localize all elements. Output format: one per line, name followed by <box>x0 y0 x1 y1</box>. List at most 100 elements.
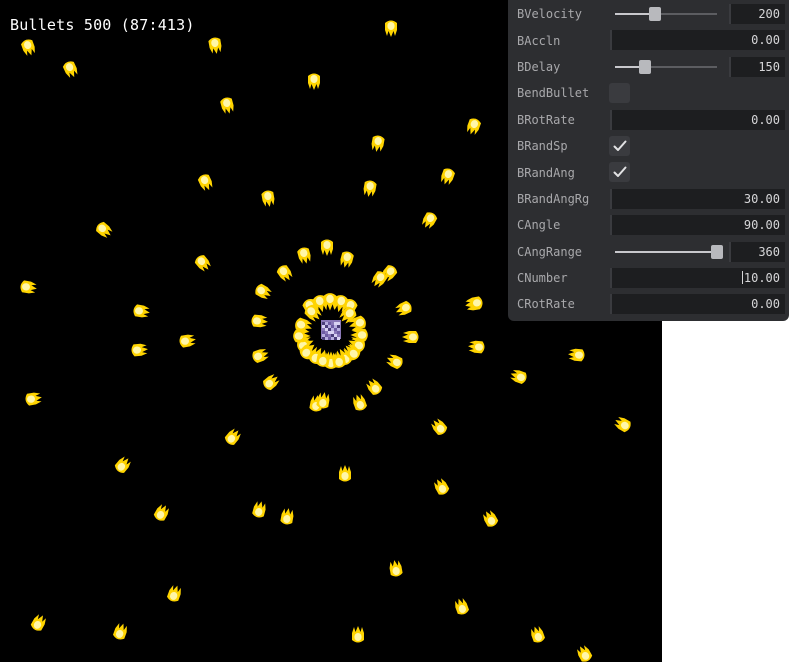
flame-bullet-icon <box>428 416 449 437</box>
param-label: CAngRange <box>517 244 583 259</box>
param-label: BRandAng <box>517 165 575 180</box>
flame-bullet-icon <box>508 367 529 385</box>
flame-bullet-icon <box>296 246 313 266</box>
param-row-crotrate: CRotRate 0.00 <box>508 291 789 317</box>
param-value-input[interactable]: 10.00 <box>610 267 785 288</box>
flame-bullet-icon <box>362 179 378 198</box>
flame-bullet-icon <box>370 134 386 153</box>
flame-bullet-icon <box>363 376 384 397</box>
flame-bullet-icon <box>612 414 633 434</box>
param-row-bvelocity: BVelocity 200 <box>508 1 789 27</box>
flame-bullet-icon <box>29 612 49 633</box>
flame-bullet-icon <box>293 329 311 343</box>
param-row-brandangrg: BRandAngRg 30.00 <box>508 186 789 212</box>
param-label: CAngle <box>517 218 561 233</box>
flame-bullet-icon <box>24 391 43 407</box>
slider-thumb[interactable] <box>648 7 661 21</box>
flame-bullet-icon <box>132 303 151 319</box>
param-label: BRandAngRg <box>517 191 590 206</box>
param-row-bdelay: BDelay 150 <box>508 54 789 80</box>
check-icon <box>613 140 626 151</box>
param-row-baccln: BAccln 0.00 <box>508 27 789 53</box>
param-slider[interactable] <box>615 59 717 74</box>
flame-bullet-icon <box>388 559 404 578</box>
param-label: CNumber <box>517 271 568 286</box>
flame-bullet-icon <box>452 596 470 617</box>
flame-bullet-icon <box>339 465 351 482</box>
flame-bullet-icon <box>261 371 282 392</box>
param-value-input[interactable]: 150 <box>729 56 785 77</box>
param-slider[interactable] <box>615 7 717 21</box>
flame-bullet-icon <box>275 263 295 284</box>
param-slider[interactable] <box>615 244 723 259</box>
flame-bullet-icon <box>574 643 594 662</box>
parameter-list: BVelocity 200 BAccln 0.00 BDelay 150 BendBulle… <box>508 1 789 318</box>
flame-bullet-icon <box>20 37 38 58</box>
slider-fill <box>615 250 717 253</box>
flame-bullet-icon <box>567 348 585 362</box>
param-row-cnumber: CNumber 10.00 <box>508 265 789 291</box>
flame-bullet-icon <box>338 250 355 270</box>
flame-bullet-icon <box>465 295 484 311</box>
param-label: CRotRate <box>517 297 575 312</box>
flame-bullet-icon <box>260 189 276 208</box>
flame-bullet-icon <box>385 20 397 37</box>
flame-bullet-icon <box>352 626 364 643</box>
param-value-text: 10.00 <box>743 270 780 285</box>
param-value-input[interactable]: 360 <box>729 241 785 262</box>
flame-bullet-icon <box>431 476 451 497</box>
flame-bullet-icon <box>253 282 274 302</box>
flame-bullet-icon <box>251 314 269 328</box>
flame-bullet-icon <box>528 624 546 645</box>
flame-bullet-icon <box>321 239 333 256</box>
flame-bullet-icon <box>402 331 419 343</box>
param-label: BVelocity <box>517 7 583 22</box>
flame-bullet-icon <box>112 621 130 642</box>
param-checkbox[interactable] <box>609 162 630 183</box>
param-row-bendbullet: BendBullet <box>508 80 789 106</box>
param-value-input[interactable]: 0.00 <box>610 294 785 315</box>
flame-bullet-icon <box>480 508 500 529</box>
flame-bullet-icon <box>279 507 295 526</box>
flame-bullet-icon <box>113 454 134 475</box>
param-value-input[interactable]: 0.00 <box>610 109 785 130</box>
param-row-brandang: BRandAng <box>508 159 789 185</box>
flame-bullet-icon <box>250 346 271 364</box>
flame-bullet-icon <box>19 279 38 295</box>
slider-thumb[interactable] <box>638 59 651 74</box>
flame-bullet-icon <box>350 328 368 342</box>
slider-thumb[interactable] <box>711 244 723 259</box>
flame-bullet-icon <box>196 172 215 193</box>
param-checkbox[interactable] <box>609 83 630 104</box>
param-label: BDelay <box>517 59 561 74</box>
flame-bullet-icon <box>251 499 268 519</box>
param-row-brotrate: BRotRate 0.00 <box>508 107 789 133</box>
flame-bullet-icon <box>178 333 197 349</box>
param-checkbox[interactable] <box>609 135 630 156</box>
flame-bullet-icon <box>438 166 456 187</box>
emitter-icon <box>321 320 341 340</box>
parameter-panel: BVelocity 200 BAccln 0.00 BDelay 150 BendBulle… <box>508 0 789 321</box>
param-value-input[interactable]: 0.00 <box>610 30 785 51</box>
bullet-counter: Bullets 500 (87:413) <box>10 16 195 34</box>
param-label: BendBullet <box>517 86 590 101</box>
flame-bullet-icon <box>166 583 184 604</box>
flame-bullet-icon <box>393 299 414 318</box>
flame-bullet-icon <box>384 352 405 371</box>
param-row-brandsp: BRandSp <box>508 133 789 159</box>
flame-bullet-icon <box>419 210 439 231</box>
param-value-input[interactable]: 200 <box>729 4 785 24</box>
flame-bullet-icon <box>61 59 80 80</box>
param-row-cangrange: CAngRange 360 <box>508 239 789 265</box>
flame-bullet-icon <box>207 36 223 55</box>
flame-bullet-icon <box>152 502 172 523</box>
flame-bullet-icon <box>467 340 485 354</box>
flame-bullet-icon <box>464 116 482 137</box>
param-value-input[interactable]: 30.00 <box>610 188 785 209</box>
param-row-cangle: CAngle 90.00 <box>508 212 789 238</box>
param-label: BRotRate <box>517 112 575 127</box>
check-icon <box>613 166 626 178</box>
param-value-input[interactable]: 90.00 <box>610 215 785 236</box>
param-label: BAccln <box>517 33 561 48</box>
flame-bullet-icon <box>94 220 115 241</box>
